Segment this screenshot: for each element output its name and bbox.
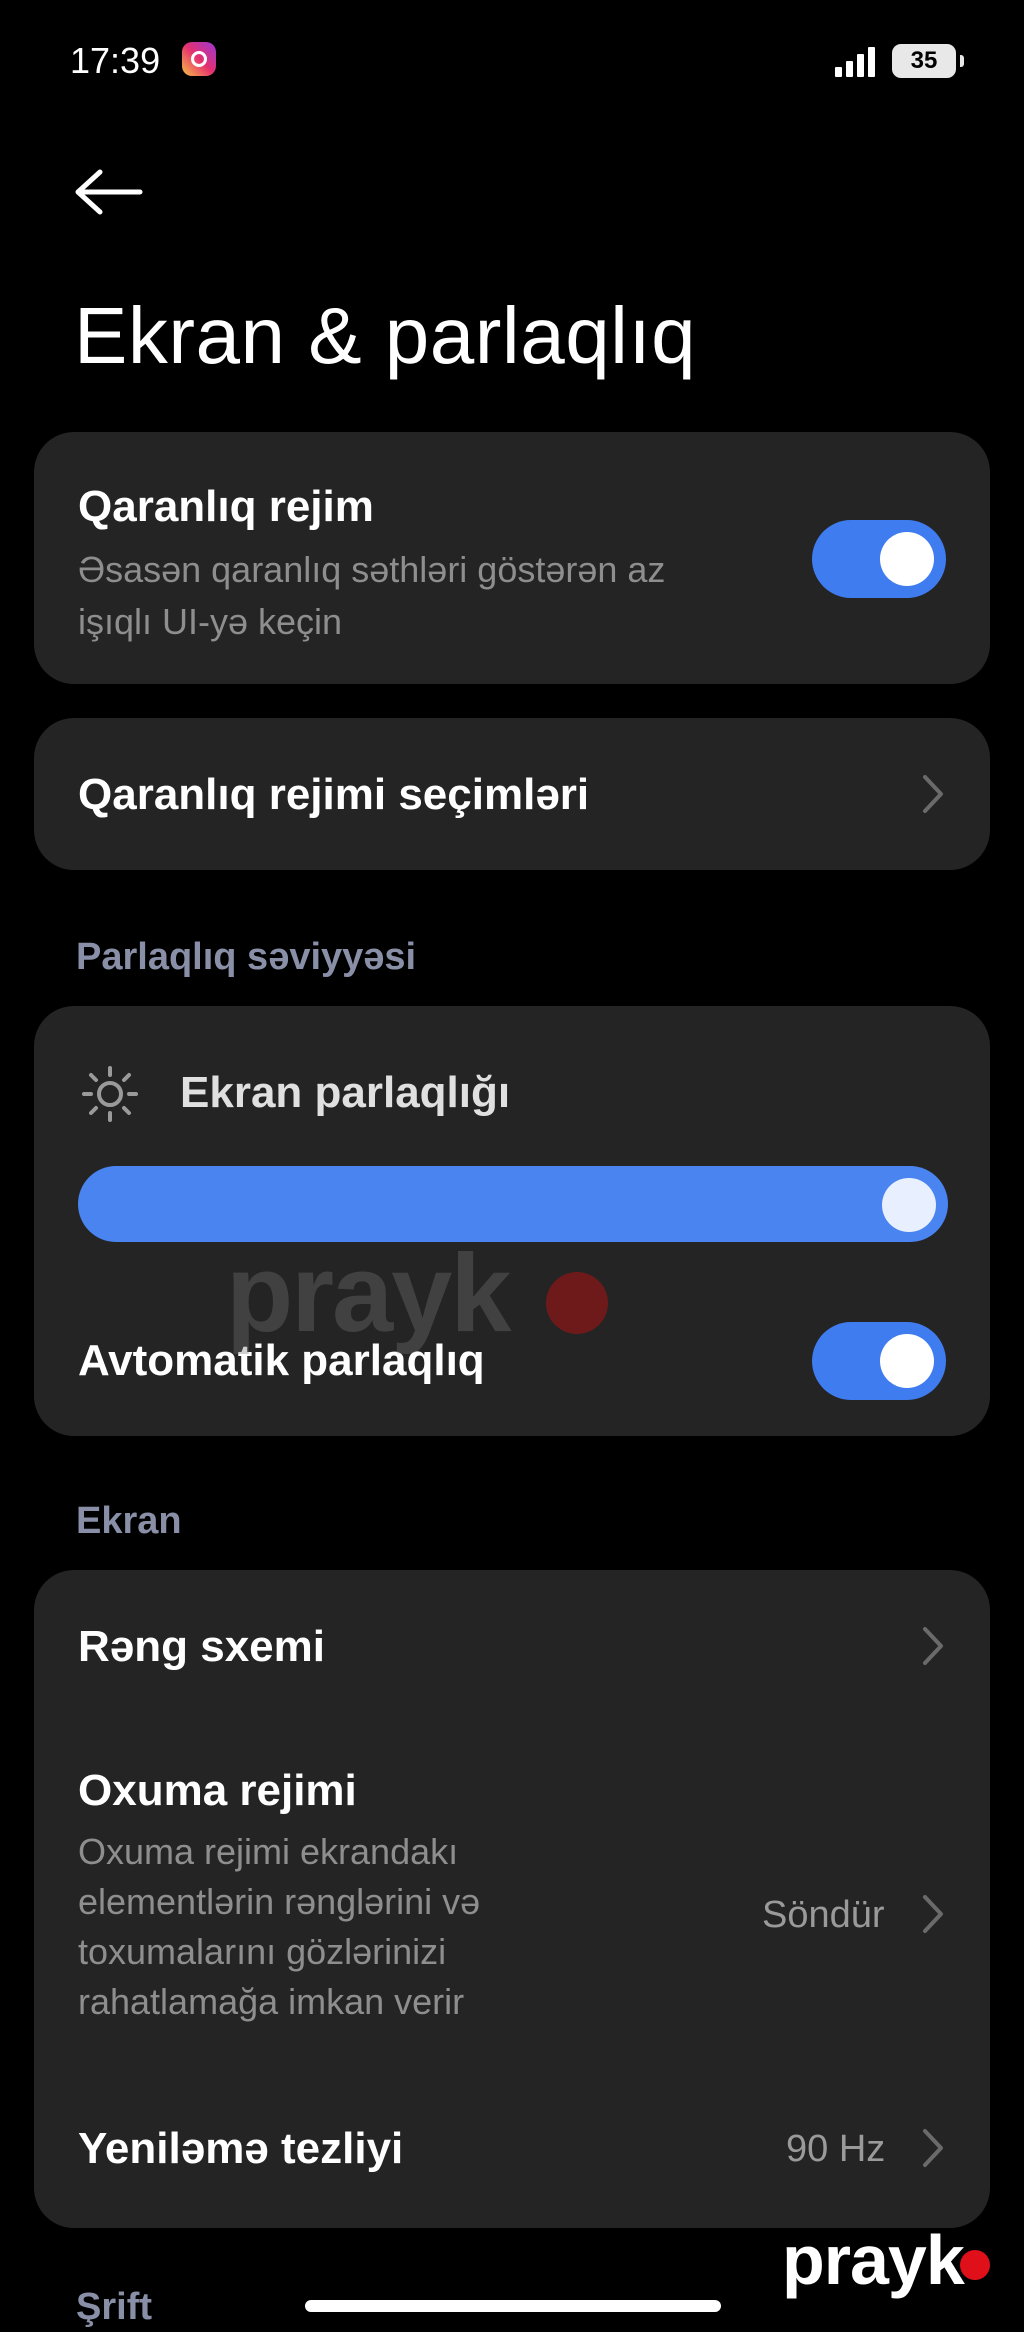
dark-mode-title: Qaranlıq rejim (78, 482, 374, 531)
brightness-slider[interactable] (78, 1166, 948, 1242)
status-bar: 17:39 35 (0, 0, 1024, 120)
chevron-right-icon (923, 775, 943, 813)
display-card: Rəng sxemi Oxuma rejimi Oxuma rejimi ekr… (34, 1570, 990, 2228)
page-title: Ekran & parlaqlıq (74, 291, 697, 380)
reading-mode-desc-line4: rahatlamağa imkan verir (78, 1981, 465, 2022)
chevron-right-icon (923, 1895, 943, 1933)
auto-brightness-toggle[interactable] (812, 1322, 946, 1400)
section-header-display: Ekran (76, 1500, 182, 1542)
brightness-card: Ekran parlaqlığı Avtomatik parlaqlıq (34, 1006, 990, 1436)
reading-mode-row[interactable]: Oxuma rejimi Oxuma rejimi ekrandakı elem… (34, 1720, 990, 2050)
brightness-label: Ekran parlaqlığı (180, 1068, 511, 1117)
section-header-font: Şrift (76, 2286, 152, 2328)
status-time: 17:39 (70, 40, 161, 81)
dark-mode-subtitle-line1: Əsasən qaranlıq səthləri göstərən az (78, 549, 666, 590)
dark-mode-options-row[interactable]: Qaranlıq rejimi seçimləri (34, 718, 990, 870)
dark-mode-subtitle-line2: işıqlı UI-yə keçin (78, 601, 343, 642)
section-header-brightness: Parlaqlıq səviyyəsi (76, 936, 417, 978)
color-scheme-label: Rəng sxemi (78, 1622, 325, 1671)
watermark-dot (546, 1272, 608, 1334)
brightness-slider-handle[interactable] (882, 1178, 936, 1232)
watermark-logo-dot (960, 2250, 990, 2280)
refresh-rate-value: 90 Hz (786, 2128, 886, 2170)
battery-icon: 35 (892, 44, 964, 78)
chevron-right-icon (923, 2129, 943, 2167)
reading-mode-value: Söndür (762, 1894, 885, 1936)
color-scheme-row[interactable]: Rəng sxemi (34, 1570, 990, 1720)
refresh-rate-row[interactable]: Yeniləmə tezliyi 90 Hz (34, 2070, 990, 2220)
watermark-center: prayk (226, 1232, 512, 1355)
signal-icon (835, 45, 877, 77)
sun-icon (82, 1066, 138, 1122)
reading-mode-desc-line2: elementlərin rənglərini və (78, 1881, 481, 1922)
dark-mode-toggle[interactable] (812, 520, 946, 598)
refresh-rate-label: Yeniləmə tezliyi (78, 2124, 404, 2173)
reading-mode-title: Oxuma rejimi (78, 1766, 357, 1815)
reading-mode-desc-line1: Oxuma rejimi ekrandakı (78, 1831, 459, 1872)
chevron-right-icon (923, 1627, 943, 1665)
home-indicator[interactable] (305, 2300, 721, 2312)
watermark-logo: prayk (782, 2221, 965, 2299)
dark-mode-card[interactable]: Qaranlıq rejim Əsasən qaranlıq səthləri … (34, 432, 990, 684)
dark-mode-options-label: Qaranlıq rejimi seçimləri (78, 770, 590, 819)
instagram-notification-icon (182, 42, 216, 76)
back-arrow-icon[interactable] (74, 168, 144, 216)
reading-mode-desc-line3: toxumalarını gözlərinizi (78, 1931, 447, 1972)
